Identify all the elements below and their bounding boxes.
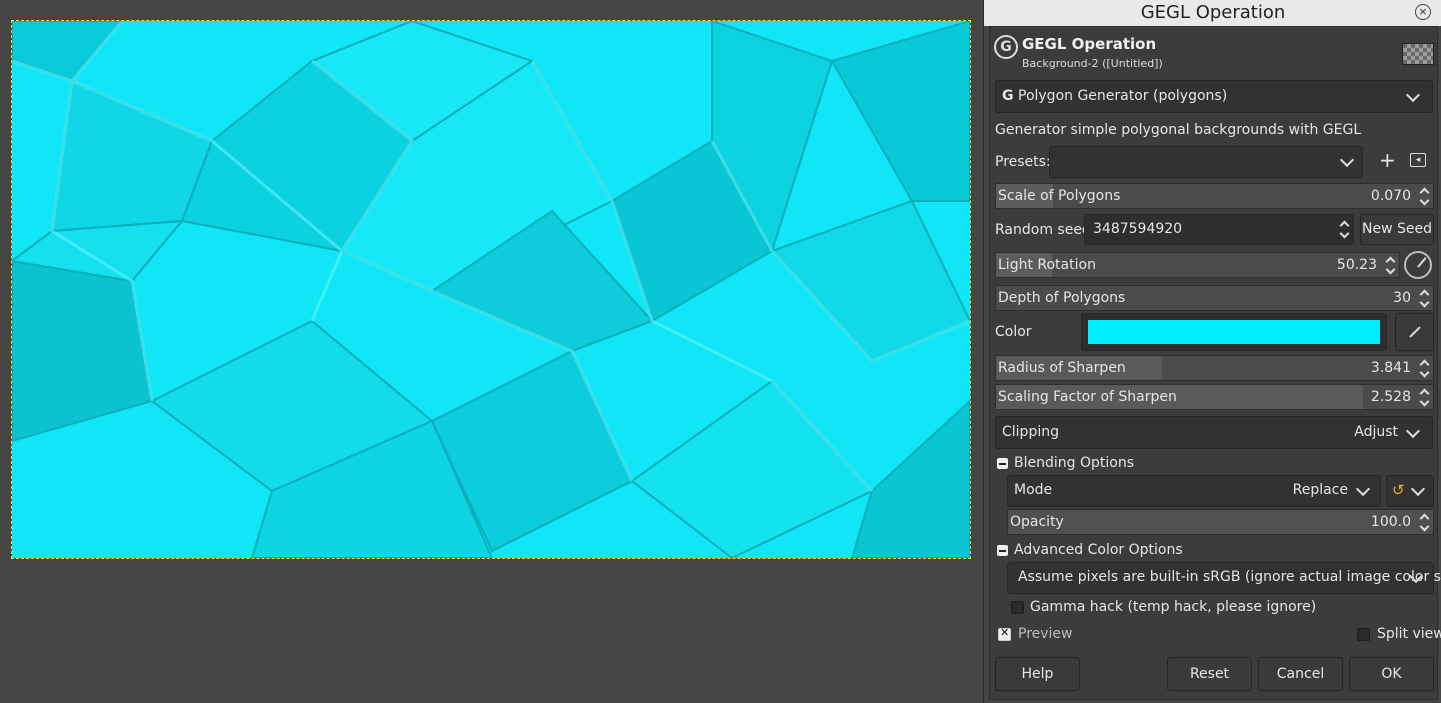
clipping-value: Adjust — [1354, 424, 1398, 440]
split-view-label: Split view — [1377, 626, 1441, 642]
slider-value: 100.0 — [1370, 514, 1411, 530]
cancel-button[interactable]: Cancel — [1258, 657, 1343, 691]
spin-arrows-icon[interactable] — [1339, 218, 1351, 240]
color-label: Color — [995, 324, 1032, 340]
random-seed-value: 3487594920 — [1093, 221, 1183, 237]
radius-of-sharpen-slider[interactable]: Radius of Sharpen 3.841 — [995, 355, 1434, 381]
dialog-header: G GEGL Operation Background-2 ([Untitled… — [994, 35, 1434, 75]
gegl-small-icon: G — [1002, 88, 1014, 104]
slider-fill — [1008, 510, 1433, 534]
random-seed-input[interactable]: 3487594920 — [1084, 214, 1354, 245]
add-preset-icon[interactable]: + — [1379, 148, 1396, 172]
header-title: GEGL Operation — [1022, 35, 1157, 53]
slider-label: Scaling Factor of Sharpen — [998, 389, 1177, 405]
rotation-dial-icon[interactable] — [1404, 251, 1432, 279]
color-assumption-value: Assume pixels are built-in sRGB (ignore … — [1018, 569, 1441, 585]
slider-label: Scale of Polygons — [998, 188, 1121, 204]
gamma-hack-checkbox[interactable] — [1011, 601, 1024, 614]
dialog-title: GEGL Operation — [1140, 2, 1286, 23]
dialog-body: G GEGL Operation Background-2 ([Untitled… — [989, 26, 1441, 700]
slider-value: 50.23 — [1336, 257, 1377, 273]
layer-thumbnail — [1402, 43, 1434, 65]
chevron-down-icon — [1410, 481, 1426, 497]
collapse-advanced-icon[interactable] — [997, 545, 1008, 556]
spin-arrows-icon[interactable] — [1419, 185, 1431, 207]
clipping-label: Clipping — [1002, 424, 1059, 440]
gamma-hack-label: Gamma hack (temp hack, please ignore) — [1030, 599, 1317, 615]
collapse-blending-icon[interactable] — [997, 458, 1008, 469]
opacity-slider[interactable]: Opacity 100.0 — [1007, 509, 1434, 535]
slider-value: 0.070 — [1370, 188, 1411, 204]
image-canvas[interactable] — [11, 20, 971, 559]
ok-button[interactable]: OK — [1349, 657, 1434, 691]
close-icon[interactable]: × — [1415, 4, 1431, 20]
random-seed-label: Random seed — [995, 222, 1091, 238]
preset-menu-icon[interactable]: ◂ — [1410, 153, 1426, 167]
spin-arrows-icon[interactable] — [1419, 287, 1431, 309]
chevron-down-icon — [1405, 87, 1421, 103]
advanced-color-options-title: Advanced Color Options — [1014, 542, 1183, 558]
gegl-operation-dialog: GEGL Operation × G GEGL Operation Backgr… — [983, 0, 1441, 703]
spin-arrows-icon[interactable] — [1385, 254, 1397, 276]
clipping-dropdown[interactable]: Clipping Adjust — [995, 416, 1433, 449]
mode-value: Replace — [1292, 482, 1348, 498]
split-view-checkbox[interactable] — [1357, 628, 1370, 641]
presets-label: Presets: — [995, 154, 1051, 170]
gegl-logo-icon: G — [994, 35, 1018, 59]
dialog-titlebar[interactable]: GEGL Operation × — [984, 0, 1441, 26]
operation-description: Generator simple polygonal backgrounds w… — [995, 122, 1362, 138]
scale-of-polygons-slider[interactable]: Scale of Polygons 0.070 — [995, 183, 1434, 209]
checkmark-icon: ✕ — [1000, 626, 1010, 639]
eyedropper-icon — [1409, 326, 1421, 338]
slider-label: Depth of Polygons — [998, 290, 1126, 306]
color-swatch — [1088, 320, 1380, 344]
slider-label: Light Rotation — [998, 257, 1096, 273]
chevron-down-icon — [1339, 152, 1355, 168]
color-button[interactable] — [1081, 313, 1387, 351]
slider-value: 3.841 — [1370, 360, 1411, 376]
mode-label: Mode — [1014, 482, 1053, 498]
slider-value: 2.528 — [1370, 389, 1411, 405]
preview-label: Preview — [1018, 626, 1073, 642]
help-button[interactable]: Help — [995, 657, 1080, 691]
undo-arrow-icon: ↺ — [1392, 481, 1405, 499]
color-picker-button[interactable] — [1395, 313, 1434, 351]
slider-label: Opacity — [1010, 514, 1064, 530]
presets-dropdown[interactable] — [1049, 146, 1363, 178]
slider-label: Radius of Sharpen — [998, 360, 1126, 376]
scaling-factor-of-sharpen-slider[interactable]: Scaling Factor of Sharpen 2.528 — [995, 384, 1434, 410]
operation-dropdown[interactable]: G Polygon Generator (polygons) — [995, 80, 1433, 113]
chevron-down-icon — [1405, 423, 1421, 439]
header-subtitle: Background-2 ([Untitled]) — [1022, 57, 1163, 70]
color-assumption-dropdown[interactable]: Assume pixels are built-in sRGB (ignore … — [1007, 562, 1441, 594]
slider-value: 30 — [1393, 290, 1411, 306]
polygon-pattern — [12, 21, 970, 558]
preview-checkbox[interactable]: ✕ — [998, 626, 1011, 641]
chevron-down-icon — [1355, 481, 1371, 497]
composite-options-button[interactable]: ↺ — [1386, 475, 1434, 507]
image-canvas-area[interactable] — [0, 0, 983, 703]
blend-mode-dropdown[interactable]: Mode Replace — [1007, 475, 1381, 507]
depth-of-polygons-slider[interactable]: Depth of Polygons 30 — [995, 285, 1434, 311]
reset-button[interactable]: Reset — [1167, 657, 1252, 691]
new-seed-button[interactable]: New Seed — [1360, 214, 1434, 245]
spin-arrows-icon[interactable] — [1419, 357, 1431, 379]
light-rotation-slider[interactable]: Light Rotation 50.23 — [995, 252, 1400, 278]
spin-arrows-icon[interactable] — [1419, 386, 1431, 408]
blending-options-title: Blending Options — [1014, 455, 1134, 471]
operation-selected: Polygon Generator (polygons) — [1018, 88, 1228, 104]
spin-arrows-icon[interactable] — [1419, 511, 1431, 533]
